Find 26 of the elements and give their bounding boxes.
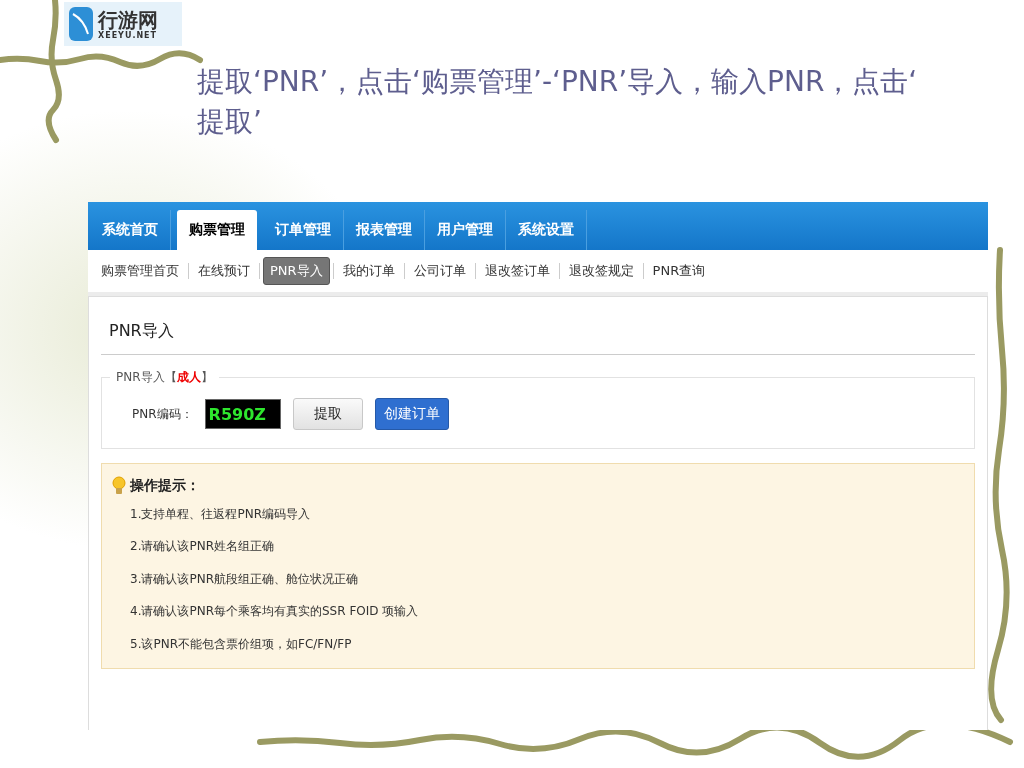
tip-text: 1.支持单程、往返程PNR编码导入 — [130, 505, 311, 523]
tip-text: 5.该PNR不能包含票价组项，如FC/FN/FP — [130, 635, 353, 653]
tip-text: 4.请确认该PNR每个乘客均有真实的SSR FOID 项输入 — [130, 603, 420, 621]
nav-tab[interactable]: 购票管理 — [177, 210, 257, 250]
pnr-input-field[interactable]: R590Z — [204, 399, 281, 429]
tip-text: 3.请确认该PNR航段组正确、舱位状况正确 — [130, 570, 359, 588]
subnav-link[interactable]: PNR查询 — [646, 258, 712, 284]
lightbulb-icon — [112, 476, 126, 496]
tip-text: 2.请确认该PNR姓名组正确 — [130, 538, 275, 556]
subnav-link[interactable]: 退改签订单 — [478, 258, 556, 284]
create-order-button[interactable]: 创建订单 — [374, 398, 449, 430]
extract-button[interactable]: 提取 — [292, 398, 363, 430]
logo-name: 行游网 — [98, 8, 158, 31]
subnav-link[interactable]: 购票管理首页 — [95, 258, 185, 284]
subnav-link[interactable]: 在线预订 — [192, 258, 256, 284]
subnav-link[interactable]: 我的订单 — [336, 258, 401, 284]
logo-domain: XEEYU.NET — [98, 30, 158, 40]
tips-title: 操作提示： — [130, 477, 200, 495]
group-legend: PNR导入【成人】 — [110, 369, 219, 386]
field-label: PNR编码： — [132, 405, 193, 423]
subnav-link[interactable]: 退改签规定 — [562, 258, 640, 284]
slide-title: 提取‘PNR’，点击‘购票管理’-‘PNR’导入，输入PNR，点击‘提取’ — [197, 64, 919, 140]
logo-icon — [68, 6, 94, 42]
subnav-link[interactable]: PNR导入 — [263, 257, 330, 285]
subnav-link[interactable]: 公司订单 — [407, 258, 472, 284]
page-title: PNR导入 — [101, 297, 975, 355]
